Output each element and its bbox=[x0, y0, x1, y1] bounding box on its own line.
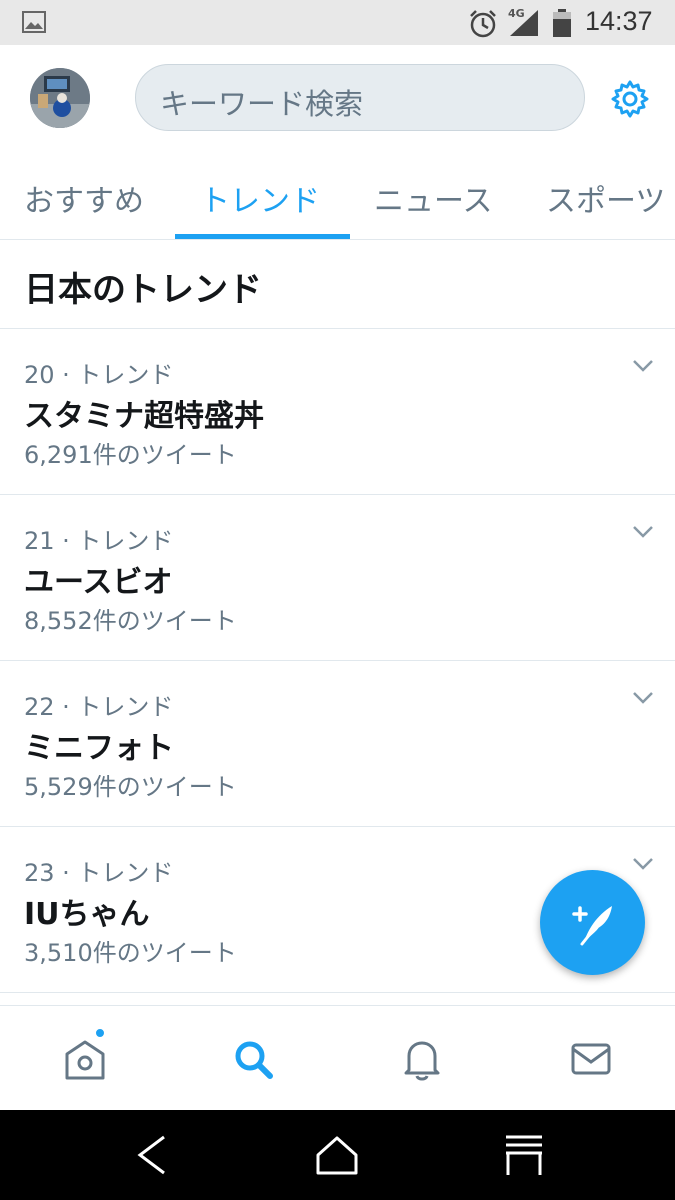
avatar-image bbox=[30, 68, 90, 128]
trend-rank: 23 · トレンド bbox=[24, 859, 174, 887]
compose-tweet-icon bbox=[572, 906, 612, 946]
trend-name: IUちゃん bbox=[24, 897, 150, 932]
alarm-icon bbox=[470, 10, 496, 38]
chevron-down-icon[interactable] bbox=[632, 691, 654, 705]
status-bar: 4G 14:37 bbox=[0, 0, 675, 45]
system-navigation-bar bbox=[0, 1110, 675, 1200]
trend-name: スタミナ超特盛丼 bbox=[24, 399, 264, 434]
status-time: 14:37 bbox=[585, 6, 653, 36]
trend-item[interactable]: 20 · トレンド スタミナ超特盛丼 6,291件のツイート bbox=[0, 329, 675, 495]
messages-envelope-icon[interactable] bbox=[566, 1034, 616, 1084]
trend-name: ユースビオ bbox=[24, 565, 173, 600]
section-title: 日本のトレンド bbox=[24, 270, 262, 310]
trend-tweet-count: 8,552件のツイート bbox=[24, 607, 237, 635]
trend-item[interactable]: 22 · トレンド ミニフォト 5,529件のツイート bbox=[0, 661, 675, 827]
trend-tweet-count: 6,291件のツイート bbox=[24, 441, 237, 469]
trend-item[interactable]: 21 · トレンド ユースビオ 8,552件のツイート bbox=[0, 495, 675, 661]
search-placeholder: キーワード検索 bbox=[160, 87, 364, 121]
image-notification-icon bbox=[22, 11, 46, 33]
tab-recommended[interactable]: おすすめ bbox=[24, 176, 144, 220]
tab-sports[interactable]: スポーツ bbox=[546, 176, 665, 220]
trend-tweet-count: 5,529件のツイート bbox=[24, 773, 237, 801]
bottom-navigation bbox=[0, 1005, 675, 1110]
home-icon[interactable] bbox=[60, 1034, 110, 1084]
chevron-down-icon[interactable] bbox=[632, 857, 654, 871]
network-type: 4G bbox=[508, 7, 525, 20]
tab-trends[interactable]: トレンド bbox=[200, 176, 320, 220]
search-input[interactable]: キーワード検索 bbox=[135, 64, 585, 131]
avatar[interactable] bbox=[30, 68, 90, 128]
explore-tabs: おすすめ トレンド ニュース スポーツ bbox=[0, 150, 675, 240]
trend-rank: 20 · トレンド bbox=[24, 361, 174, 389]
compose-tweet-button[interactable] bbox=[540, 870, 645, 975]
home-system-icon[interactable] bbox=[313, 1133, 361, 1177]
battery-icon bbox=[553, 9, 571, 37]
notifications-bell-icon[interactable] bbox=[397, 1034, 447, 1084]
active-tab-indicator bbox=[175, 234, 350, 239]
chevron-down-icon[interactable] bbox=[632, 359, 654, 373]
recents-icon[interactable] bbox=[500, 1133, 548, 1177]
trend-tweet-count: 3,510件のツイート bbox=[24, 939, 237, 967]
trend-rank: 21 · トレンド bbox=[24, 527, 174, 555]
back-icon[interactable] bbox=[128, 1133, 176, 1177]
tab-news[interactable]: ニュース bbox=[374, 176, 493, 220]
search-icon[interactable] bbox=[228, 1034, 278, 1084]
notification-dot bbox=[94, 1027, 106, 1039]
settings-gear-icon[interactable] bbox=[610, 79, 650, 119]
trend-rank: 22 · トレンド bbox=[24, 693, 174, 721]
chevron-down-icon[interactable] bbox=[632, 525, 654, 539]
trend-name: ミニフォト bbox=[24, 731, 174, 766]
